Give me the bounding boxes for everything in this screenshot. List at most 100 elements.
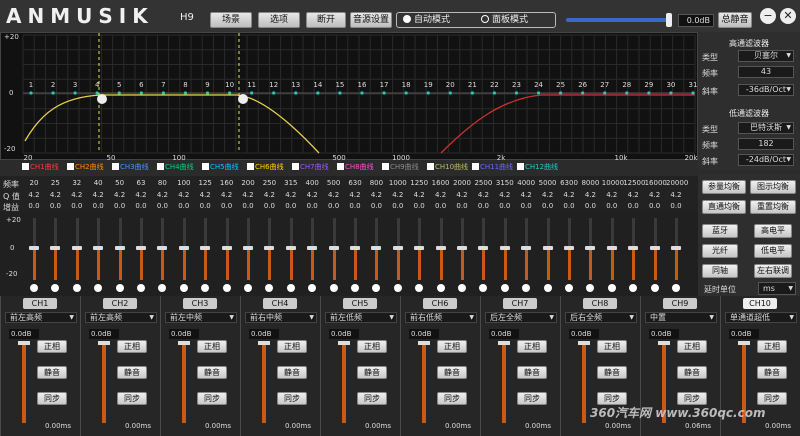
band-slider-track[interactable] xyxy=(204,248,208,280)
phase-button[interactable]: 正相 xyxy=(37,340,67,353)
band-knob[interactable] xyxy=(522,284,531,292)
lr-link-button[interactable]: 左右联调 xyxy=(754,264,792,278)
band-knob[interactable] xyxy=(51,284,60,292)
band-slider-thumb[interactable] xyxy=(435,246,446,250)
mute-all-button[interactable]: 总静音 xyxy=(718,12,752,28)
band-slider-thumb[interactable] xyxy=(221,246,232,250)
band-knob[interactable] xyxy=(94,284,103,292)
channel-tab[interactable]: CH10 xyxy=(743,298,777,309)
band-slider-track-upper[interactable] xyxy=(75,218,79,248)
band-q-cell[interactable]: 4.2 xyxy=(431,191,451,199)
band-knob[interactable] xyxy=(286,284,295,292)
band-knob[interactable] xyxy=(415,284,424,292)
band-q-cell[interactable]: 4.2 xyxy=(666,191,686,199)
band-knob[interactable] xyxy=(115,284,124,292)
band-q-cell[interactable]: 4.2 xyxy=(366,191,386,199)
channel-gain-slider[interactable] xyxy=(502,345,506,423)
band-slider-thumb[interactable] xyxy=(392,246,403,250)
phase-button[interactable]: 正相 xyxy=(597,340,627,353)
band-slider-track-upper[interactable] xyxy=(182,218,186,248)
band-knob[interactable] xyxy=(672,284,680,292)
master-volume-slider[interactable] xyxy=(566,18,670,22)
channel-tab[interactable]: CH6 xyxy=(423,298,457,309)
channel-tab[interactable]: CH5 xyxy=(343,298,377,309)
channel-source-select[interactable]: 后右全频 xyxy=(565,312,637,323)
mute-button[interactable]: 静音 xyxy=(357,366,387,379)
band-freq-cell[interactable]: 32 xyxy=(67,179,87,187)
band-slider-thumb[interactable] xyxy=(285,246,296,250)
band-slider-track-upper[interactable] xyxy=(632,218,636,248)
band-freq-cell[interactable]: 1600 xyxy=(431,179,451,187)
band-freq-cell[interactable]: 400 xyxy=(302,179,322,187)
channel-tab[interactable]: CH8 xyxy=(583,298,617,309)
legend-item[interactable]: CH5曲线 xyxy=(202,162,239,172)
band-q-cell[interactable]: 4.2 xyxy=(67,191,87,199)
band-slider-track[interactable] xyxy=(418,248,422,280)
band-slider-thumb[interactable] xyxy=(414,246,425,250)
band-knob[interactable] xyxy=(586,284,595,292)
channel-gain-slider[interactable] xyxy=(422,345,426,423)
band-gain-cell[interactable]: 0.0 xyxy=(281,202,301,210)
band-slider-thumb[interactable] xyxy=(585,246,596,250)
mute-button[interactable]: 静音 xyxy=(277,366,307,379)
band-slider-thumb[interactable] xyxy=(542,246,553,250)
band-slider-track-upper[interactable] xyxy=(589,218,593,248)
band-slider-track[interactable] xyxy=(610,248,614,280)
legend-item[interactable]: CH4曲线 xyxy=(157,162,194,172)
band-slider-track[interactable] xyxy=(354,248,357,280)
band-q-cell[interactable]: 4.2 xyxy=(473,191,493,199)
channel-source-select[interactable]: 后左全频 xyxy=(485,312,557,323)
band-slider-track[interactable] xyxy=(140,248,143,280)
band-slider-track[interactable] xyxy=(54,248,58,280)
band-slider-thumb[interactable] xyxy=(50,246,61,250)
sync-button[interactable]: 同步 xyxy=(117,392,147,405)
band-gain-cell[interactable]: 0.0 xyxy=(88,202,108,210)
checkbox-icon[interactable] xyxy=(22,163,29,170)
master-volume-thumb[interactable] xyxy=(666,13,672,27)
channel-gain-slider[interactable] xyxy=(582,345,586,423)
band-slider-track-upper[interactable] xyxy=(118,218,122,248)
band-freq-cell[interactable]: 125 xyxy=(195,179,215,187)
band-slider-track[interactable] xyxy=(247,248,250,280)
band-knob[interactable] xyxy=(179,284,188,292)
band-slider-thumb[interactable] xyxy=(114,246,125,250)
param-eq-button[interactable]: 参量均衡 xyxy=(702,180,746,194)
band-freq-cell[interactable]: 20 xyxy=(24,179,44,187)
band-freq-cell[interactable]: 250 xyxy=(259,179,279,187)
band-freq-cell[interactable]: 10000 xyxy=(602,179,624,187)
band-q-cell[interactable]: 4.2 xyxy=(388,191,408,199)
channel-gain-thumb[interactable] xyxy=(658,341,670,345)
band-q-cell[interactable]: 4.2 xyxy=(238,191,258,199)
channel-gain-thumb[interactable] xyxy=(418,341,430,345)
band-slider-track-upper[interactable] xyxy=(33,218,36,248)
checkbox-icon[interactable] xyxy=(427,163,434,170)
band-knob[interactable] xyxy=(543,284,552,292)
band-freq-cell[interactable]: 20000 xyxy=(666,179,688,187)
band-gain-cell[interactable]: 0.0 xyxy=(538,202,558,210)
band-q-cell[interactable]: 4.2 xyxy=(24,191,44,199)
band-knob[interactable] xyxy=(607,284,616,292)
checkbox-icon[interactable] xyxy=(112,163,119,170)
band-q-cell[interactable]: 4.2 xyxy=(580,191,600,199)
band-slider-track-upper[interactable] xyxy=(461,218,464,248)
band-freq-cell[interactable]: 50 xyxy=(110,179,130,187)
band-slider-track[interactable] xyxy=(75,248,79,280)
sync-button[interactable]: 同步 xyxy=(37,392,67,405)
channel-gain-thumb[interactable] xyxy=(98,341,110,345)
band-q-cell[interactable]: 4.2 xyxy=(259,191,279,199)
band-q-cell[interactable]: 4.2 xyxy=(88,191,108,199)
band-slider-track[interactable] xyxy=(161,248,165,280)
band-freq-cell[interactable]: 100 xyxy=(174,179,194,187)
band-slider-thumb[interactable] xyxy=(499,246,510,250)
band-gain-cell[interactable]: 0.0 xyxy=(645,202,665,210)
band-freq-cell[interactable]: 630 xyxy=(345,179,365,187)
channel-tab[interactable]: CH2 xyxy=(103,298,137,309)
phase-button[interactable]: 正相 xyxy=(357,340,387,353)
band-slider-track[interactable] xyxy=(182,248,186,280)
band-q-cell[interactable]: 4.2 xyxy=(45,191,65,199)
legend-item[interactable]: CH1曲线 xyxy=(22,162,59,172)
band-gain-cell[interactable]: 0.0 xyxy=(45,202,65,210)
band-gain-cell[interactable]: 0.0 xyxy=(452,202,472,210)
band-freq-cell[interactable]: 12500 xyxy=(623,179,645,187)
legend-item[interactable]: CH8曲线 xyxy=(337,162,374,172)
